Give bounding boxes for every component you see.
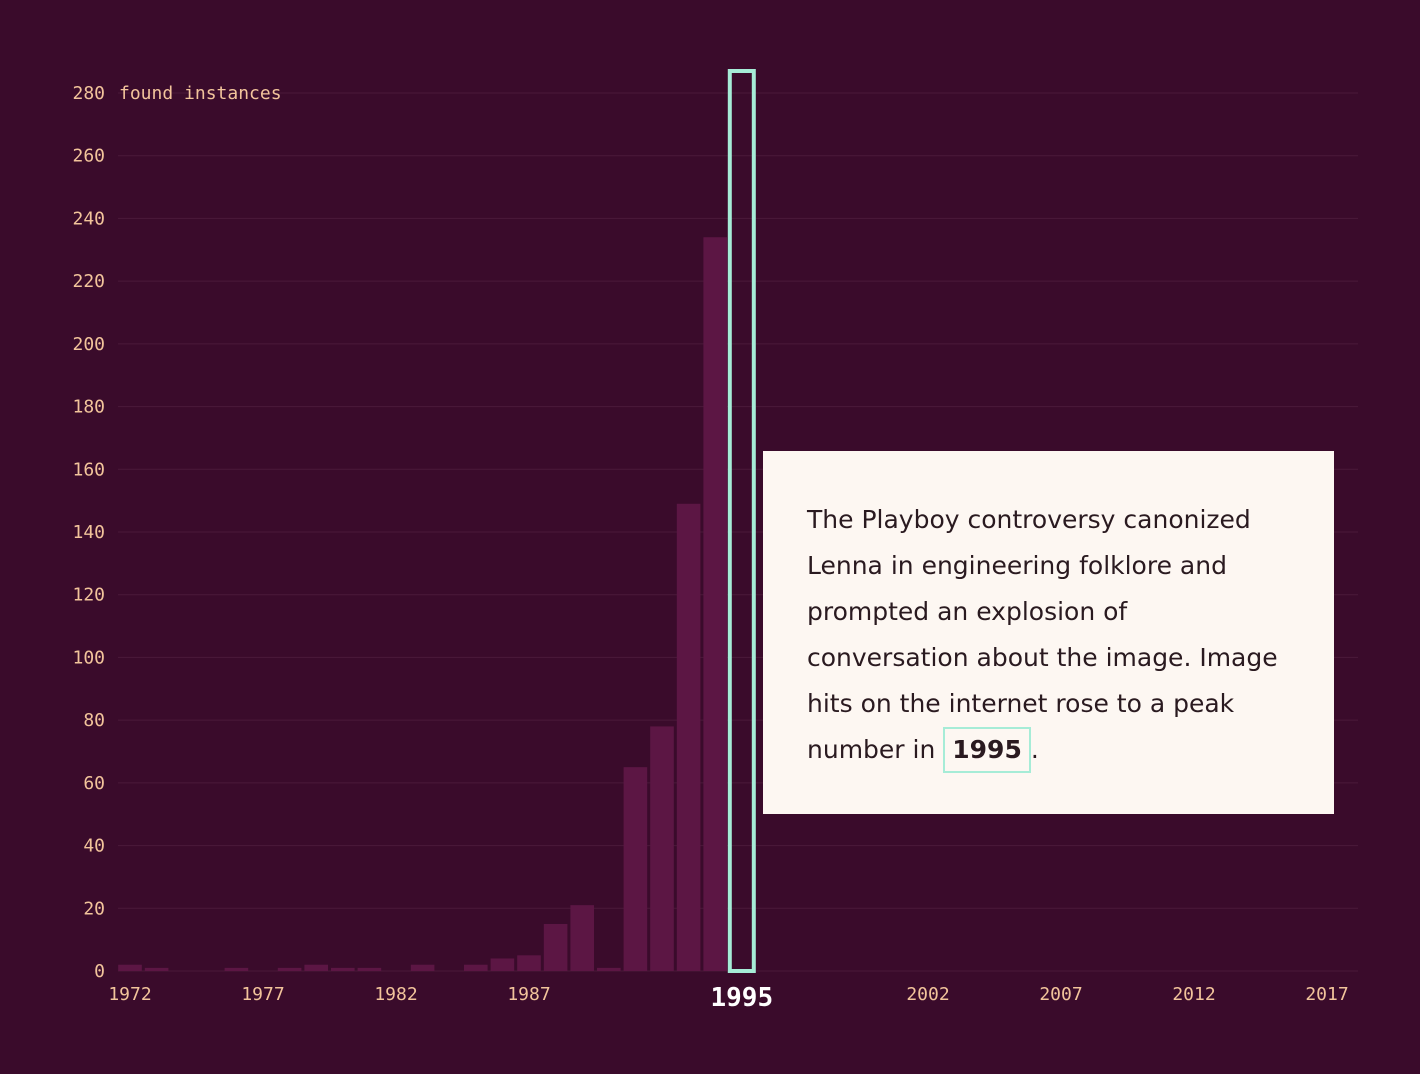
x-tick-label: 2002 [906,984,949,1005]
bar [517,955,541,971]
y-tick-label: 100 [72,647,105,668]
bar [676,503,701,971]
y-tick-label: 0 [94,961,105,982]
bar [118,964,142,971]
bar [490,958,515,971]
bar [331,967,355,971]
y-tick-label: 60 [83,773,105,794]
bar [410,964,435,971]
y-tick-label: 200 [72,334,105,355]
y-tick-label: 80 [83,710,105,731]
annotation-highlight-year: 1995 [943,727,1031,773]
x-tick-label: 2012 [1172,984,1215,1005]
y-tick-label: 240 [72,208,105,229]
y-tick-label: 260 [72,146,105,167]
bar [464,964,488,971]
bar [357,967,382,971]
x-tick-label: 2007 [1039,984,1082,1005]
y-tick-label: 180 [72,397,105,418]
x-tick-label: 1977 [241,984,284,1005]
y-tick-label: 40 [83,836,105,857]
bar [623,767,648,971]
x-tick-label: 2017 [1305,984,1348,1005]
bar [570,905,594,971]
bar [543,923,568,971]
highlight-year-label: 1995 [710,983,773,1013]
bar [650,726,674,971]
y-tick-label: 160 [72,459,105,480]
x-tick-label: 1987 [507,984,550,1005]
y-tick-label: 280 [72,83,105,104]
y-tick-label: 220 [72,271,105,292]
bar [597,967,621,971]
bar [703,237,727,971]
annotation-suffix: . [1030,735,1039,764]
y-tick-label: 120 [72,585,105,606]
y-tick-label: 20 [83,898,105,919]
x-tick-label: 1972 [108,984,151,1005]
bar [144,967,169,971]
annotation-text: The Playboy controversy canonized Lenna … [807,497,1290,773]
annotation-body: The Playboy controversy canonized Lenna … [807,505,1278,764]
x-tick-label: 1982 [374,984,417,1005]
annotation-box: The Playboy controversy canonized Lenna … [763,451,1334,814]
bar [304,964,328,971]
y-tick-label: 140 [72,522,105,543]
bar [277,967,302,971]
bar [224,967,249,971]
y-axis-label: found instances [119,83,282,104]
highlight-frame [727,69,756,973]
